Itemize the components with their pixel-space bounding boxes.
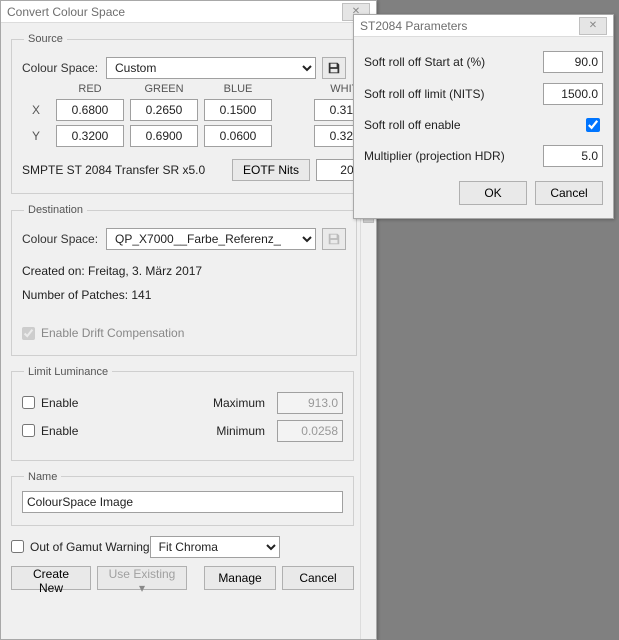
lum-max-input	[277, 392, 343, 414]
drift-comp-row: Enable Drift Compensation	[22, 326, 184, 340]
chevron-down-icon: ▾	[139, 581, 145, 595]
create-new-button[interactable]: Create New	[11, 566, 91, 590]
save-button[interactable]	[322, 57, 346, 79]
patches-text: Number of Patches: 141	[22, 288, 346, 302]
x-red-input[interactable]	[56, 99, 124, 121]
multiplier-input[interactable]	[543, 145, 603, 167]
lum-max-enable-label: Enable	[41, 396, 78, 410]
source-colourspace-label: Colour Space:	[22, 61, 106, 75]
limit-luminance-group: Limit Luminance Enable Maximum Enable Mi…	[11, 366, 354, 461]
ok-button[interactable]: OK	[459, 181, 527, 205]
gamut-fit-select[interactable]: Fit Chroma	[150, 536, 280, 558]
lum-min-enable-label: Enable	[41, 424, 78, 438]
soft-enable-checkbox[interactable]	[586, 118, 600, 132]
name-group: Name	[11, 471, 354, 526]
lum-max-enable-row[interactable]: Enable	[22, 396, 78, 410]
col-green: GREEN	[130, 83, 198, 95]
dest-save-button	[322, 228, 346, 250]
source-group: Source Colour Space: Custom RED GREEN BL…	[11, 33, 393, 194]
gamut-warning-checkbox[interactable]	[11, 540, 24, 553]
soft-limit-input[interactable]	[543, 83, 603, 105]
soft-limit-label: Soft roll off limit (NITS)	[364, 87, 543, 101]
destination-group: Destination Colour Space: QP_X7000__Farb…	[11, 204, 357, 356]
lum-min-label: Minimum	[216, 424, 265, 438]
lum-min-enable-row[interactable]: Enable	[22, 424, 78, 438]
col-blue: BLUE	[204, 83, 272, 95]
y-green-input[interactable]	[130, 125, 198, 147]
gamut-warning-row[interactable]: Out of Gamut Warning	[11, 540, 150, 554]
name-legend: Name	[24, 471, 61, 483]
row-y-label: Y	[22, 129, 50, 143]
cancel-button[interactable]: Cancel	[282, 566, 354, 590]
lum-max-enable-checkbox[interactable]	[22, 396, 35, 409]
soft-start-input[interactable]	[543, 51, 603, 73]
x-green-input[interactable]	[130, 99, 198, 121]
use-existing-button: Use Existing ▾	[97, 566, 187, 590]
source-legend: Source	[24, 33, 67, 45]
params-title: ST2084 Parameters	[360, 19, 467, 33]
name-input[interactable]	[22, 491, 343, 513]
main-titlebar[interactable]: Convert Colour Space ✕	[1, 1, 376, 23]
params-cancel-button[interactable]: Cancel	[535, 181, 603, 205]
multiplier-label: Multiplier (projection HDR)	[364, 149, 543, 163]
y-red-input[interactable]	[56, 125, 124, 147]
lum-max-label: Maximum	[213, 396, 265, 410]
params-titlebar[interactable]: ST2084 Parameters ✕	[354, 15, 613, 37]
dest-colourspace-select[interactable]: QP_X7000__Farbe_Referenz__Gam	[106, 228, 316, 250]
created-on-text: Created on: Freitag, 3. März 2017	[22, 264, 346, 278]
row-x-label: X	[22, 103, 50, 117]
y-blue-input[interactable]	[204, 125, 272, 147]
transfer-text: SMPTE ST 2084 Transfer SR x5.0	[22, 163, 205, 177]
close-icon[interactable]: ✕	[579, 17, 607, 35]
gamut-warning-label: Out of Gamut Warning	[30, 540, 150, 554]
lum-min-input	[277, 420, 343, 442]
main-title: Convert Colour Space	[7, 5, 125, 19]
lum-min-enable-checkbox[interactable]	[22, 424, 35, 437]
drift-comp-checkbox	[22, 327, 35, 340]
save-icon	[327, 232, 341, 246]
col-red: RED	[56, 83, 124, 95]
limit-luminance-legend: Limit Luminance	[24, 366, 112, 378]
save-icon	[327, 61, 341, 75]
x-blue-input[interactable]	[204, 99, 272, 121]
drift-comp-label: Enable Drift Compensation	[41, 326, 184, 340]
soft-start-label: Soft roll off Start at (%)	[364, 55, 543, 69]
eotf-nits-button[interactable]: EOTF Nits	[232, 159, 310, 181]
soft-enable-label: Soft roll off enable	[364, 118, 582, 132]
destination-legend: Destination	[24, 204, 87, 216]
dest-colourspace-label: Colour Space:	[22, 232, 106, 246]
source-colourspace-select[interactable]: Custom	[106, 57, 316, 79]
manage-button[interactable]: Manage	[204, 566, 276, 590]
